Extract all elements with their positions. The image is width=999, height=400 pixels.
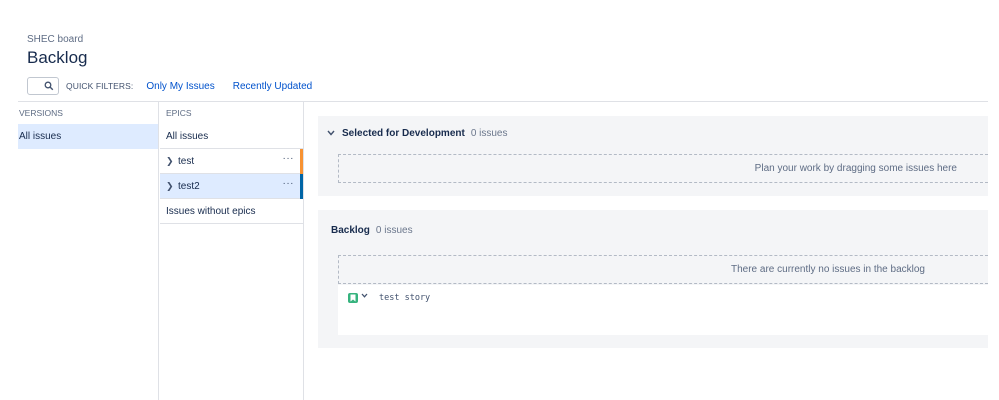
versions-panel: VERSIONS All issues bbox=[18, 102, 159, 400]
versions-heading: VERSIONS bbox=[19, 108, 63, 118]
board-breadcrumb[interactable]: SHEC board bbox=[27, 34, 83, 45]
sprint-dropzone[interactable]: Plan your work by dragging some issues h… bbox=[338, 154, 988, 183]
backlog-title: Backlog bbox=[331, 224, 370, 236]
version-item-all-issues[interactable]: All issues bbox=[18, 124, 158, 149]
chevron-right-icon[interactable]: ❯ bbox=[166, 174, 174, 199]
chevron-down-icon[interactable] bbox=[361, 291, 368, 300]
sprint-section: Selected for Development 0 issues Plan y… bbox=[318, 116, 988, 196]
epics-heading: EPICS bbox=[166, 108, 192, 118]
chevron-right-icon[interactable]: ❯ bbox=[166, 149, 174, 174]
chevron-down-icon[interactable] bbox=[326, 128, 336, 138]
backlog-placeholder: There are currently no issues in the bac… bbox=[731, 264, 925, 275]
sprint-header: Selected for Development 0 issues bbox=[326, 126, 508, 140]
epic-without-label: Issues without epics bbox=[166, 206, 256, 217]
backlog-header: Backlog 0 issues bbox=[331, 223, 413, 237]
search-icon bbox=[44, 81, 54, 91]
page-title: Backlog bbox=[27, 48, 88, 67]
epic-all-label: All issues bbox=[166, 131, 209, 142]
sprint-title: Selected for Development bbox=[342, 127, 465, 139]
filter-recently-updated[interactable]: Recently Updated bbox=[233, 81, 313, 92]
quick-filters-bar: QUICK FILTERS: Only My Issues Recently U… bbox=[27, 76, 312, 96]
issue-summary-input[interactable]: test story bbox=[379, 293, 430, 303]
search-input[interactable] bbox=[27, 77, 59, 95]
sprint-placeholder: Plan your work by dragging some issues h… bbox=[754, 163, 957, 174]
sprint-issue-count: 0 issues bbox=[470, 127, 508, 139]
issue-create-row[interactable]: test story bbox=[338, 285, 988, 335]
backlog-issue-count: 0 issues bbox=[375, 224, 413, 236]
epics-panel: EPICS All issues ❯ test ··· ❯ test2 ··· … bbox=[160, 102, 304, 400]
more-icon[interactable]: ··· bbox=[283, 146, 295, 171]
story-icon[interactable] bbox=[348, 293, 358, 303]
filter-only-my-issues[interactable]: Only My Issues bbox=[146, 81, 214, 92]
quick-filters-label: QUICK FILTERS: bbox=[66, 81, 134, 91]
epic-item-without-epics[interactable]: Issues without epics bbox=[160, 199, 303, 224]
epic-color-stripe bbox=[300, 149, 303, 174]
more-icon[interactable]: ··· bbox=[283, 171, 295, 196]
epic-color-stripe bbox=[300, 174, 303, 199]
backlog-dropzone[interactable]: There are currently no issues in the bac… bbox=[338, 255, 988, 284]
backlog-section: Backlog 0 issues There are currently no … bbox=[318, 210, 988, 348]
epic-item-test2[interactable]: ❯ test2 ··· bbox=[160, 174, 303, 199]
